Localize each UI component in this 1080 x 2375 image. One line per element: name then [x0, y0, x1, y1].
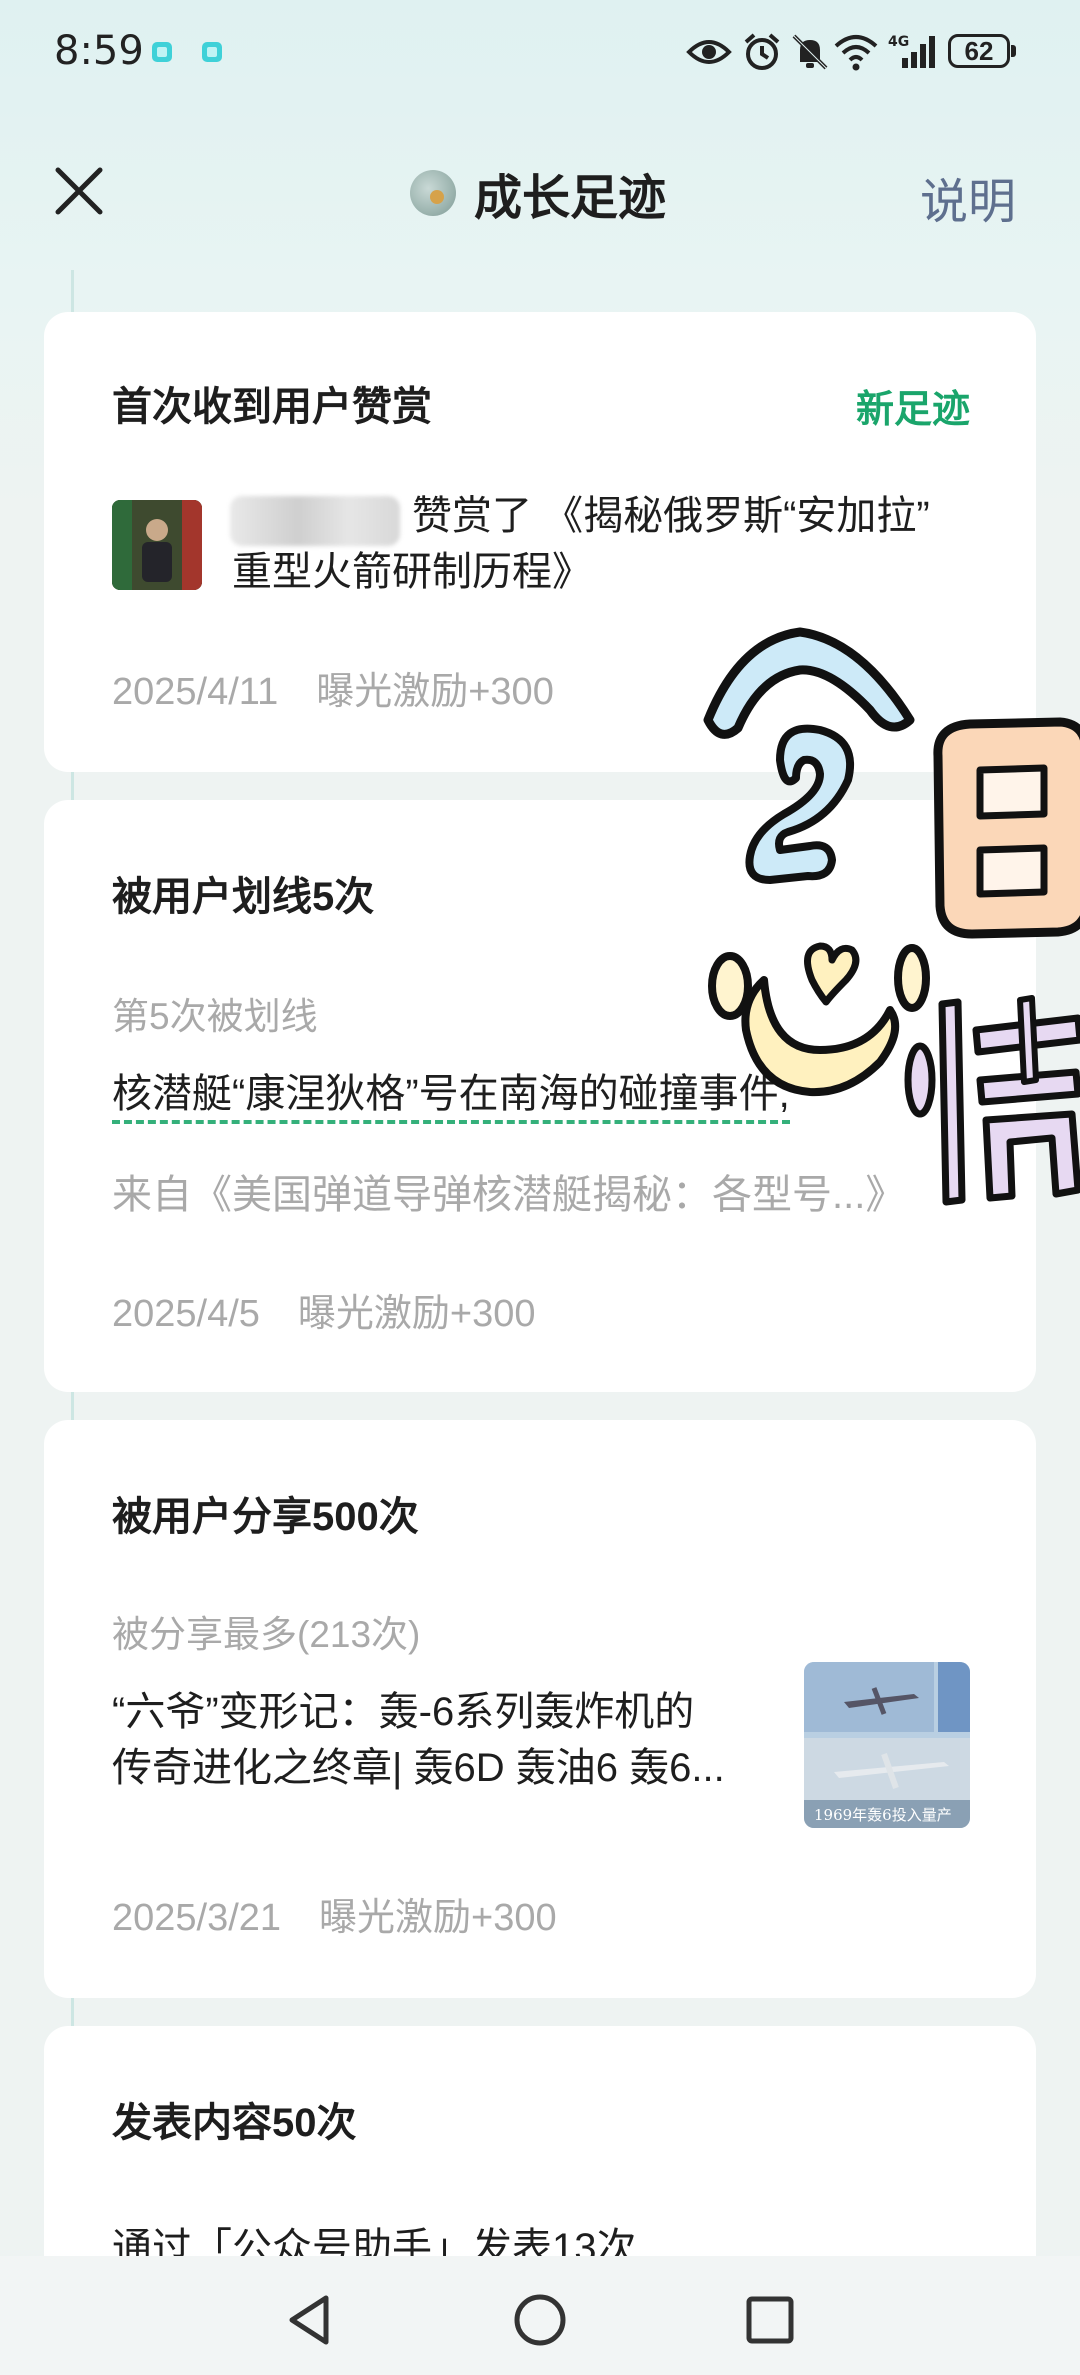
recents-icon[interactable] [740, 2290, 800, 2350]
appreciation-text-line2[interactable]: 重型火箭研制历程》 [232, 544, 992, 600]
card-title: 首次收到用户赞赏 [112, 385, 432, 429]
back-icon[interactable] [280, 2290, 340, 2350]
app-notification-icon [152, 42, 172, 62]
status-bar: 8:59 4G 62 [0, 0, 1080, 110]
user-avatar[interactable] [112, 500, 202, 590]
wifi-icon [834, 35, 878, 71]
alarm-icon [744, 33, 780, 70]
status-time: 8:59 [54, 28, 144, 74]
card-title: 发表内容50次 [112, 2101, 357, 2145]
card-meta: 2025/3/21 曝光激励+300 [112, 1897, 557, 1939]
page-title-group: 成长足迹 [410, 160, 666, 226]
explain-button[interactable]: 说明 [920, 162, 1016, 232]
article-title-line1[interactable]: “六爷”变形记：轰-6系列轰炸机的 [112, 1684, 792, 1740]
article-title-line2[interactable]: 传奇进化之终章| 轰6D 轰油6 轰6... [112, 1740, 792, 1796]
article-thumbnail[interactable]: 1969年轰6投入量产 [804, 1662, 970, 1828]
milestone-card[interactable]: 发表内容50次 通过「公众号助手」发表13次 [44, 2026, 1036, 2286]
card-subtitle: 第5次被划线 [112, 996, 318, 1037]
card-title: 被用户分享500次 [112, 1495, 419, 1539]
svg-text:1969年轰6投入量产: 1969年轰6投入量产 [814, 1806, 952, 1824]
battery-indicator: 62 [948, 34, 1016, 68]
card-meta: 2025/4/5 曝光激励+300 [112, 1293, 536, 1335]
appreciation-text-line1[interactable]: 赞赏了 《揭秘俄罗斯“安加拉” [412, 488, 992, 544]
new-badge: 新足迹 [855, 389, 970, 431]
home-icon[interactable] [510, 2290, 570, 2350]
title-avatar [410, 170, 456, 216]
blurred-username [230, 496, 400, 546]
mood-sticker[interactable] [680, 610, 1080, 1210]
close-icon[interactable] [52, 164, 106, 218]
svg-text:4G: 4G [888, 34, 909, 50]
milestone-card[interactable]: 被用户分享500次 被分享最多(213次) “六爷”变形记：轰-6系列轰炸机的 … [44, 1420, 1036, 1998]
signal-icon: 4G [888, 34, 935, 68]
app-notification-icon [202, 42, 222, 62]
card-meta: 2025/4/11 曝光激励+300 [112, 671, 554, 713]
mute-icon [792, 34, 828, 70]
card-title: 被用户划线5次 [112, 875, 375, 919]
page-title: 成长足迹 [474, 172, 667, 225]
eye-icon [686, 40, 732, 64]
card-subtitle: 被分享最多(213次) [112, 1614, 421, 1655]
